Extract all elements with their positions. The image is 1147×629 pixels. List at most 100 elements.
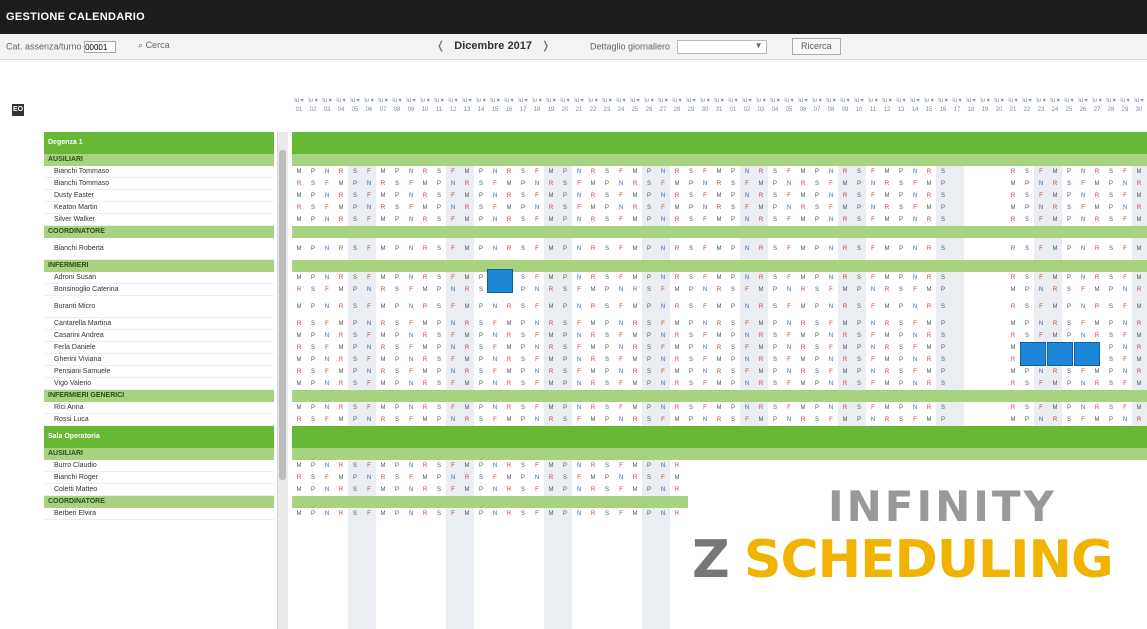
shift-cell[interactable]: F [530,355,544,366]
shift-cell[interactable]: M [418,473,432,484]
shift-cell[interactable]: F [1076,285,1090,296]
shift-cell[interactable]: P [390,167,404,178]
shift-cell[interactable]: M [838,415,852,426]
shift-cell[interactable]: M [418,179,432,190]
shift-cell[interactable]: S [558,473,572,484]
shift-cell[interactable]: N [488,509,502,520]
shift-cell[interactable]: R [292,473,306,484]
shift-cell[interactable]: P [348,473,362,484]
shift-cell[interactable]: R [1132,285,1146,296]
shift-cell[interactable]: R [1006,331,1020,342]
shift-cell[interactable]: S [474,203,488,214]
shift-cell[interactable]: P [558,273,572,284]
shift-cell[interactable]: N [656,331,670,342]
shift-cell[interactable]: S [600,302,614,313]
shift-cell[interactable]: S [348,331,362,342]
staff-row[interactable]: Cantarella Martina [44,318,274,330]
shift-cell[interactable]: F [698,355,712,366]
shift-cell[interactable]: M [544,273,558,284]
shift-cell[interactable]: R [502,403,516,414]
shift-cell[interactable]: P [642,167,656,178]
shift-cell[interactable]: M [838,319,852,330]
shift-cell[interactable]: S [558,179,572,190]
shift-cell[interactable]: S [306,203,320,214]
shift-cell[interactable]: F [866,355,880,366]
shift-cell[interactable]: N [614,473,628,484]
shift-cell[interactable]: F [824,343,838,354]
shift-cell[interactable]: M [1132,331,1146,342]
shift-cell[interactable]: N [824,331,838,342]
shift-cell[interactable]: N [530,319,544,330]
shift-cell[interactable]: N [572,485,586,496]
shift-cell[interactable]: P [642,355,656,366]
shift-cell[interactable]: M [586,285,600,296]
shift-cell[interactable]: S [684,379,698,390]
shift-cell[interactable]: R [754,379,768,390]
shift-cell[interactable]: P [600,285,614,296]
shift-cell[interactable]: N [656,167,670,178]
shift-cell[interactable]: N [320,331,334,342]
shift-cell[interactable]: M [418,343,432,354]
shift-cell[interactable]: R [544,343,558,354]
shift-cell[interactable]: S [474,367,488,378]
shift-cell[interactable]: M [502,473,516,484]
shift-cell[interactable]: R [292,343,306,354]
shift-cell[interactable]: F [446,379,460,390]
shift-cell[interactable]: P [684,415,698,426]
shift-cell[interactable]: P [726,244,740,255]
shift-cell[interactable]: R [1006,215,1020,226]
shift-cell[interactable]: S [600,485,614,496]
shift-cell[interactable]: M [1048,403,1062,414]
shift-cell[interactable]: R [1090,331,1104,342]
shift-cell[interactable]: R [838,244,852,255]
shift-cell[interactable]: S [642,179,656,190]
shift-cell[interactable]: N [404,379,418,390]
shift-cell[interactable]: F [614,355,628,366]
shift-cell[interactable]: S [432,215,446,226]
shift-cell[interactable]: S [894,179,908,190]
shift-cell[interactable]: F [446,509,460,520]
shift-cell[interactable]: S [516,355,530,366]
shift-cell[interactable]: R [670,403,684,414]
shift-cell[interactable]: P [810,215,824,226]
shift-cell[interactable]: P [894,273,908,284]
shift-cell[interactable]: F [446,331,460,342]
shift-cell[interactable]: F [1118,215,1132,226]
shift-cell[interactable]: N [908,331,922,342]
shift-cell[interactable]: M [1090,179,1104,190]
shift-cell[interactable]: N [572,167,586,178]
shift-cell[interactable]: P [642,403,656,414]
shift-cell[interactable]: R [796,285,810,296]
staff-row[interactable]: Dusty Easter [44,190,274,202]
shift-cell[interactable]: N [1118,415,1132,426]
shift-cell[interactable]: N [782,319,796,330]
shift-cell[interactable]: R [838,331,852,342]
shift-cell[interactable]: P [894,167,908,178]
shift-cell[interactable]: F [362,191,376,202]
shift-cell[interactable]: R [586,244,600,255]
shift-cell[interactable]: R [922,244,936,255]
shift-cell[interactable]: F [1118,273,1132,284]
shift-cell[interactable]: M [1132,379,1146,390]
shift-cell[interactable]: S [684,331,698,342]
shift-cell[interactable]: M [754,367,768,378]
shift-cell[interactable]: R [838,355,852,366]
shift-cell[interactable]: R [922,355,936,366]
shift-cell[interactable]: N [320,485,334,496]
shift-cell[interactable]: F [1076,203,1090,214]
shift-cell[interactable]: S [306,285,320,296]
shift-cell[interactable]: F [1118,379,1132,390]
shift-cell[interactable]: M [334,179,348,190]
shift-cell[interactable]: S [726,367,740,378]
shift-cell[interactable]: F [782,273,796,284]
shift-cell[interactable]: P [726,167,740,178]
staff-row[interactable]: Keaton Martin [44,202,274,214]
shift-cell[interactable]: R [880,203,894,214]
shift-cell[interactable]: S [1020,191,1034,202]
shift-cell[interactable]: F [1118,167,1132,178]
shift-cell[interactable]: P [726,215,740,226]
shift-cell[interactable]: M [880,244,894,255]
shift-cell[interactable]: M [1006,319,1020,330]
shift-cell[interactable]: P [516,179,530,190]
shift-cell[interactable]: M [712,191,726,202]
